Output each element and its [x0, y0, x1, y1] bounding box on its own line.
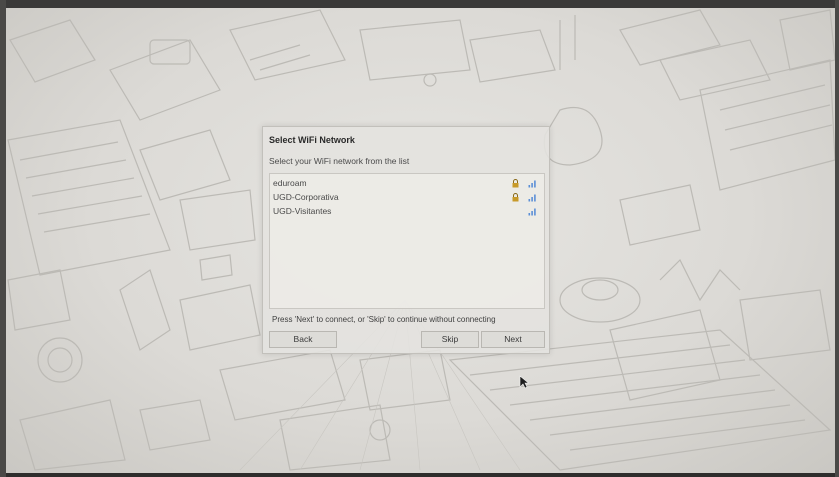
monitor-bezel-bottom — [0, 473, 839, 477]
wifi-signal-icon — [528, 208, 536, 216]
network-list[interactable]: eduroam UGD-Corporativa UGD-Visitantes — [269, 173, 545, 309]
monitor-bezel-top — [0, 0, 839, 8]
dialog-hint: Press 'Next' to connect, or 'Skip' to co… — [272, 315, 496, 324]
desktop-background: Select WiFi Network Select your WiFi net… — [0, 0, 839, 477]
skip-button[interactable]: Skip — [421, 331, 479, 348]
network-name: UGD-Corporativa — [273, 192, 339, 202]
network-name: eduroam — [273, 178, 307, 188]
wifi-signal-icon — [528, 194, 536, 202]
network-row-ugd-corporativa[interactable]: UGD-Corporativa — [270, 191, 544, 205]
mouse-pointer-icon — [519, 375, 529, 389]
dialog-title: Select WiFi Network — [269, 135, 355, 145]
next-button[interactable]: Next — [481, 331, 545, 348]
network-row-eduroam[interactable]: eduroam — [270, 177, 544, 191]
dialog-subtitle: Select your WiFi network from the list — [269, 156, 410, 166]
network-name: UGD-Visitantes — [273, 206, 332, 216]
monitor-bezel-right — [835, 0, 839, 477]
lock-icon — [512, 179, 519, 188]
lock-icon — [512, 193, 519, 202]
monitor-bezel-left — [0, 0, 6, 477]
wifi-signal-icon — [528, 180, 536, 188]
network-row-ugd-visitantes[interactable]: UGD-Visitantes — [270, 205, 544, 219]
back-button[interactable]: Back — [269, 331, 337, 348]
wifi-select-dialog: Select WiFi Network Select your WiFi net… — [262, 126, 550, 354]
